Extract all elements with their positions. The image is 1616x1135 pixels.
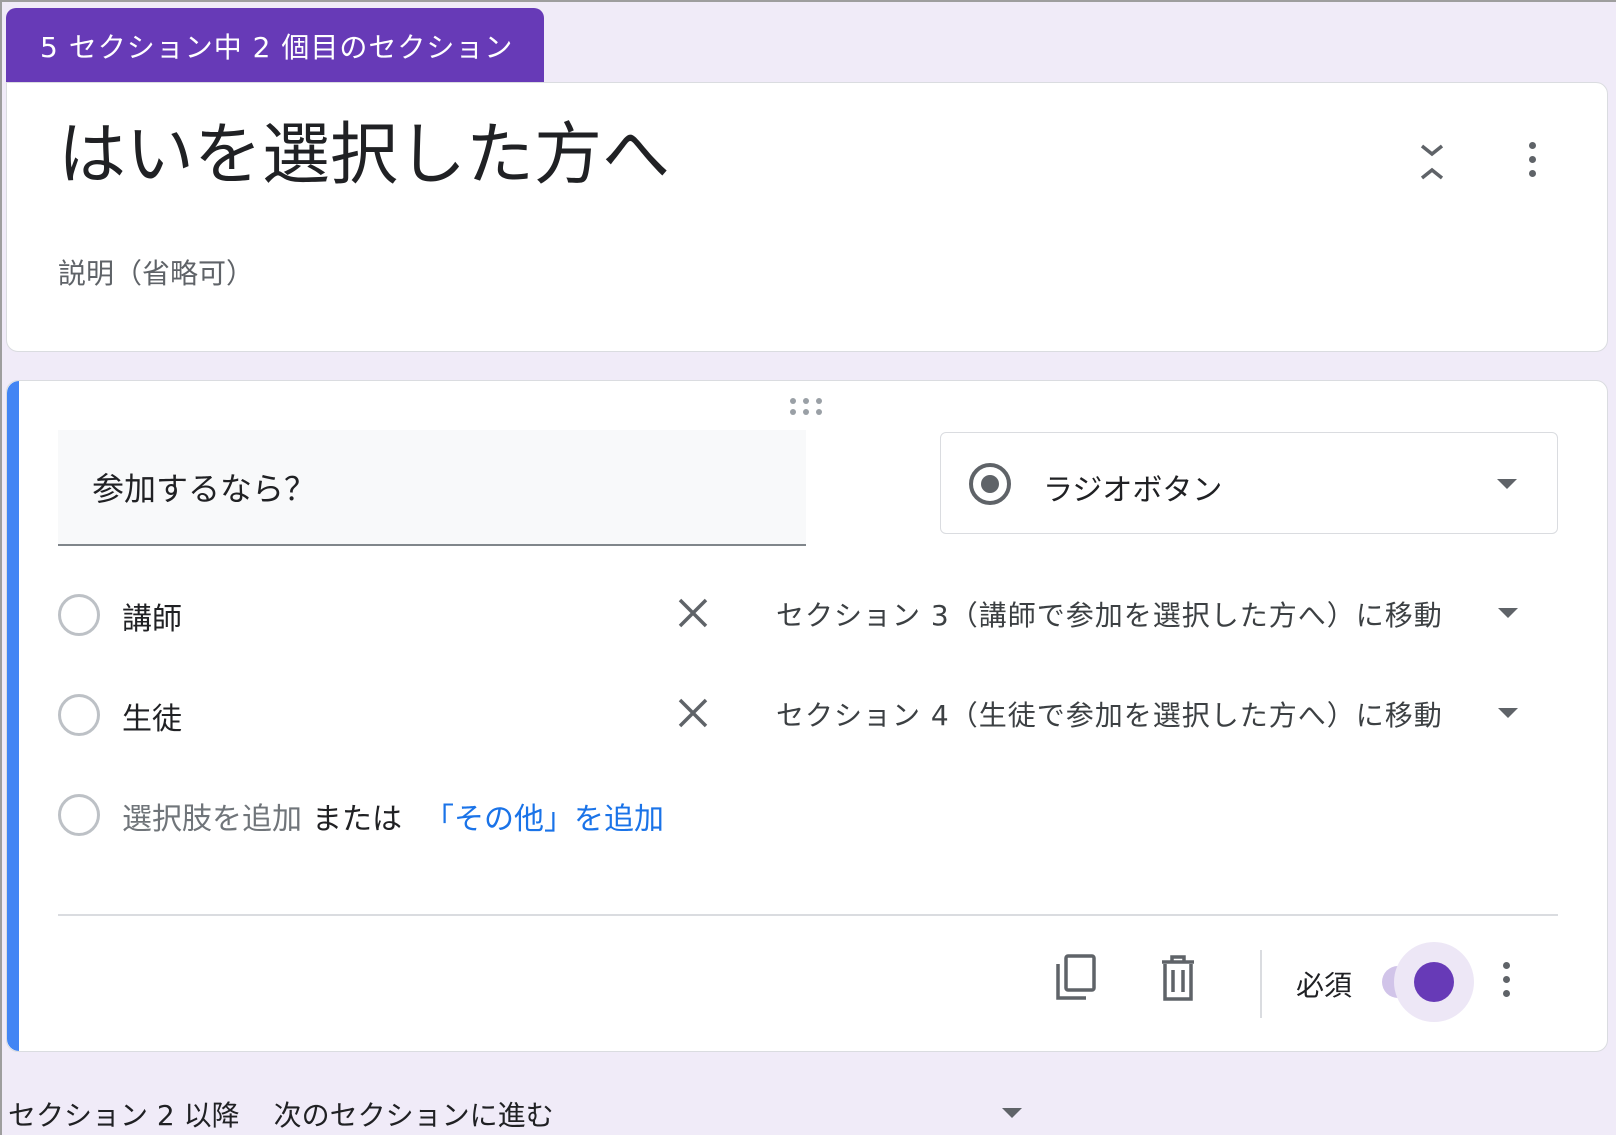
required-toggle-knob[interactable] <box>1414 962 1454 1002</box>
add-option-row: 選択肢を追加 または 「その他」を追加 <box>58 782 1558 842</box>
after-section-value: 次のセクションに進む <box>273 1099 554 1132</box>
section-more-vert-icon[interactable] <box>1526 142 1538 182</box>
dropdown-arrow-icon <box>1497 479 1517 489</box>
question-type-label: ラジオボタン <box>1043 473 1223 508</box>
option-label[interactable]: 講師 <box>122 594 182 638</box>
question-type-dropdown[interactable]: ラジオボタン <box>940 432 1558 534</box>
footer-separator <box>1260 950 1262 1018</box>
option-goto-select[interactable]: セクション 4（生徒で参加を選択した方へ）に移動 <box>776 694 1443 734</box>
add-option-field[interactable]: 選択肢を追加 <box>122 794 302 838</box>
required-label: 必須 <box>1296 969 1353 1002</box>
focus-bar <box>7 381 19 1051</box>
dropdown-arrow-icon[interactable] <box>1498 708 1518 718</box>
question-more-vert-icon[interactable] <box>1500 962 1512 1002</box>
section-title[interactable]: はいを選択した方へ <box>58 122 670 190</box>
footer-divider <box>58 914 1558 916</box>
collapse-icon[interactable] <box>1416 142 1448 182</box>
drag-handle-icon[interactable] <box>788 396 824 418</box>
section-indicator: 5 セクション中 2 個目のセクション <box>6 8 544 84</box>
add-other-link[interactable]: 「その他」を追加 <box>424 794 664 838</box>
option-row: 生徒 セクション 4（生徒で参加を選択した方へ）に移動 <box>58 682 1558 742</box>
close-icon[interactable] <box>676 596 710 630</box>
dropdown-arrow-icon[interactable] <box>1498 608 1518 618</box>
after-section-select[interactable]: セクション 2 以降 次のセクションに進む <box>8 1094 554 1134</box>
copy-icon[interactable] <box>1054 954 1098 1002</box>
radio-icon <box>58 794 100 836</box>
question-title-input[interactable]: 参加するなら？ <box>58 430 806 546</box>
question-title: 参加するなら？ <box>92 470 317 508</box>
option-goto-select[interactable]: セクション 3（講師で参加を選択した方へ）に移動 <box>776 594 1443 634</box>
radio-icon <box>969 463 1011 505</box>
close-icon[interactable] <box>676 696 710 730</box>
radio-icon <box>58 594 100 636</box>
option-label[interactable]: 生徒 <box>122 694 182 738</box>
after-section-label: セクション 2 以降 <box>8 1099 240 1132</box>
section-description-field[interactable]: 説明（省略可） <box>58 252 254 292</box>
option-row: 講師 セクション 3（講師で参加を選択した方へ）に移動 <box>58 582 1558 642</box>
or-text: または <box>312 802 402 837</box>
form-editor: 5 セクション中 2 個目のセクション はいを選択した方へ 説明（省略可） 参加… <box>0 0 1616 1135</box>
dropdown-arrow-icon[interactable] <box>1002 1108 1022 1118</box>
delete-icon[interactable] <box>1156 954 1200 1002</box>
radio-icon <box>58 694 100 736</box>
